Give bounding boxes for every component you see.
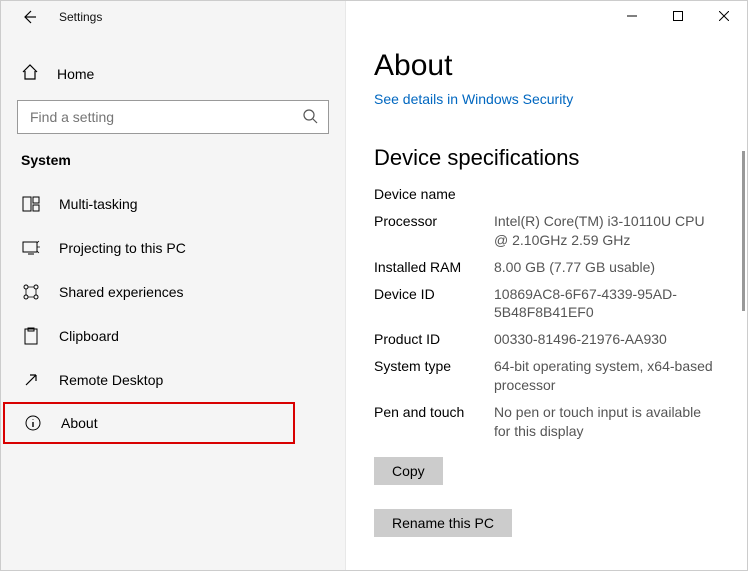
spec-value: Intel(R) Core(TM) i3-10110U CPU @ 2.10GH… bbox=[494, 212, 721, 250]
spec-processor: Processor Intel(R) Core(TM) i3-10110U CP… bbox=[374, 212, 721, 250]
spec-label: System type bbox=[374, 357, 494, 395]
sidebar: Settings Home System Multi-tasking Proje bbox=[1, 1, 346, 570]
close-icon bbox=[719, 11, 729, 21]
rename-button[interactable]: Rename this PC bbox=[374, 509, 512, 537]
projecting-icon bbox=[21, 239, 41, 257]
spec-label: Pen and touch bbox=[374, 403, 494, 441]
home-label: Home bbox=[57, 66, 94, 82]
clipboard-icon bbox=[21, 327, 41, 345]
maximize-button[interactable] bbox=[655, 1, 701, 31]
app-title: Settings bbox=[59, 10, 102, 24]
spec-value: No pen or touch input is available for t… bbox=[494, 403, 721, 441]
spec-label: Device name bbox=[374, 185, 494, 204]
titlebar: Settings bbox=[1, 1, 345, 33]
spec-label: Processor bbox=[374, 212, 494, 250]
spec-device-id: Device ID 10869AC8-6F67-4339-95AD-5B48F8… bbox=[374, 285, 721, 323]
spec-value: 8.00 GB (7.77 GB usable) bbox=[494, 258, 721, 277]
spec-label: Device ID bbox=[374, 285, 494, 323]
multitasking-icon bbox=[21, 195, 41, 213]
nav-item-shared[interactable]: Shared experiences bbox=[1, 270, 345, 314]
search-icon bbox=[302, 108, 318, 127]
content-area: About See details in Windows Security De… bbox=[346, 1, 747, 570]
search-box[interactable] bbox=[17, 100, 329, 134]
spec-label: Installed RAM bbox=[374, 258, 494, 277]
nav-item-projecting[interactable]: Projecting to this PC bbox=[1, 226, 345, 270]
nav-label: Shared experiences bbox=[59, 284, 184, 300]
spec-label: Product ID bbox=[374, 330, 494, 349]
nav-item-multitasking[interactable]: Multi-tasking bbox=[1, 182, 345, 226]
shared-icon bbox=[21, 283, 41, 301]
back-arrow-icon bbox=[21, 9, 37, 25]
spec-product-id: Product ID 00330-81496-21976-AA930 bbox=[374, 330, 721, 349]
specs-heading: Device specifications bbox=[374, 145, 721, 171]
nav-home[interactable]: Home bbox=[1, 53, 345, 92]
scrollbar[interactable] bbox=[742, 151, 745, 311]
nav-label: Clipboard bbox=[59, 328, 119, 344]
spec-value: 10869AC8-6F67-4339-95AD-5B48F8B41EF0 bbox=[494, 285, 721, 323]
security-link[interactable]: See details in Windows Security bbox=[374, 91, 721, 107]
search-input[interactable] bbox=[28, 108, 302, 126]
about-icon bbox=[23, 414, 43, 432]
spec-system-type: System type 64-bit operating system, x64… bbox=[374, 357, 721, 395]
search-wrap bbox=[17, 100, 329, 134]
back-button[interactable] bbox=[19, 7, 39, 27]
nav-list: Multi-tasking Projecting to this PC Shar… bbox=[1, 182, 345, 570]
nav-item-about[interactable]: About bbox=[3, 402, 295, 444]
minimize-button[interactable] bbox=[609, 1, 655, 31]
nav-label: About bbox=[61, 415, 98, 431]
nav-label: Remote Desktop bbox=[59, 372, 163, 388]
page-heading: About bbox=[374, 49, 721, 83]
nav-label: Multi-tasking bbox=[59, 196, 138, 212]
home-icon bbox=[21, 63, 39, 84]
spec-device-name: Device name bbox=[374, 185, 721, 204]
nav-item-remote[interactable]: Remote Desktop bbox=[1, 358, 345, 402]
minimize-icon bbox=[627, 11, 637, 21]
close-button[interactable] bbox=[701, 1, 747, 31]
maximize-icon bbox=[673, 11, 683, 21]
spec-value bbox=[494, 185, 721, 204]
spec-ram: Installed RAM 8.00 GB (7.77 GB usable) bbox=[374, 258, 721, 277]
nav-item-clipboard[interactable]: Clipboard bbox=[1, 314, 345, 358]
section-label: System bbox=[1, 152, 345, 182]
remote-icon bbox=[21, 371, 41, 389]
nav-label: Projecting to this PC bbox=[59, 240, 186, 256]
spec-value: 64-bit operating system, x64-based proce… bbox=[494, 357, 721, 395]
spec-pen-touch: Pen and touch No pen or touch input is a… bbox=[374, 403, 721, 441]
copy-button[interactable]: Copy bbox=[374, 457, 443, 485]
spec-value: 00330-81496-21976-AA930 bbox=[494, 330, 721, 349]
window-buttons bbox=[609, 1, 747, 31]
